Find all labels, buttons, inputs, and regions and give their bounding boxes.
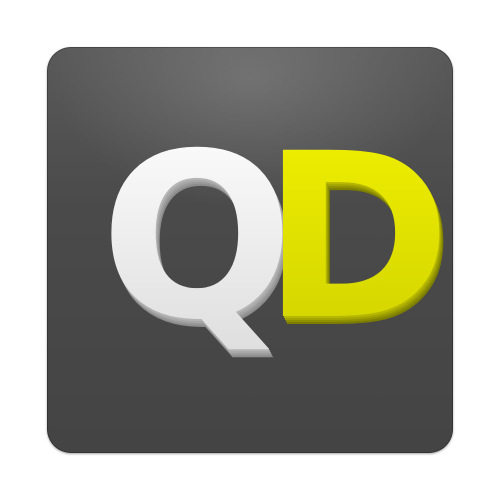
app-icon-canvas: Q Q Q Q Q D D D D D	[0, 0, 500, 500]
letter-d: D	[262, 104, 451, 370]
qd-logo: Q Q Q Q Q D D D D D	[100, 104, 455, 378]
